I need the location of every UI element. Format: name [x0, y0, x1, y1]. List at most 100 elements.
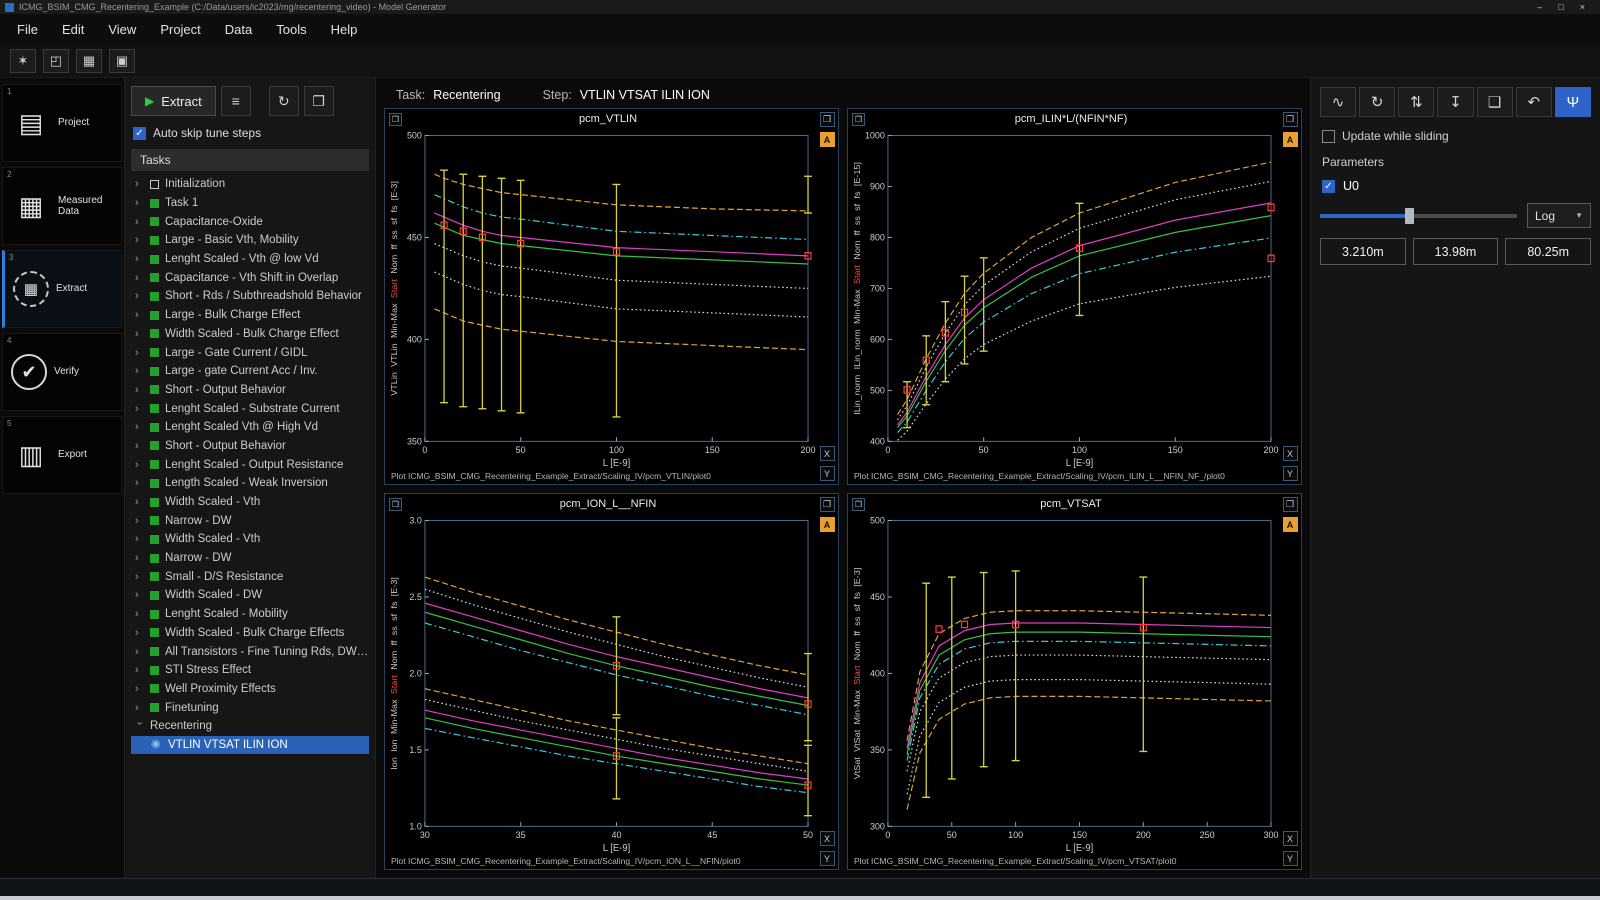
- chevron-right-icon[interactable]: ›: [135, 515, 144, 527]
- task-item[interactable]: ›Capacitance - Vth Shift in Overlap: [131, 268, 369, 287]
- chevron-right-icon[interactable]: ›: [135, 234, 144, 246]
- open-project-button[interactable]: ◰: [43, 49, 69, 73]
- stage-extract[interactable]: 3▦Extract: [2, 250, 122, 328]
- x-axis-button[interactable]: X: [1283, 831, 1298, 846]
- param-current-value[interactable]: 13.98m: [1413, 238, 1499, 265]
- chevron-right-icon[interactable]: ›: [135, 683, 144, 695]
- stage-verify[interactable]: 4✔Verify: [2, 333, 122, 411]
- chevron-right-icon[interactable]: ›: [135, 272, 144, 284]
- param-u0-checkbox[interactable]: ✓: [1322, 180, 1335, 193]
- task-list-button[interactable]: ≡: [221, 86, 251, 116]
- param-min-value[interactable]: 3.210m: [1320, 238, 1406, 265]
- stage-project[interactable]: 1▤Project: [2, 84, 122, 162]
- refresh-button[interactable]: ↻: [269, 86, 299, 116]
- chevron-right-icon[interactable]: ›: [135, 290, 144, 302]
- chevron-right-icon[interactable]: ›: [135, 440, 144, 452]
- duplicate-button[interactable]: ❐: [304, 86, 334, 116]
- task-item[interactable]: ›Lenght Scaled - Substrate Current: [131, 399, 369, 418]
- restore-plot-button[interactable]: ❐: [820, 112, 835, 127]
- menu-help[interactable]: Help: [320, 18, 369, 41]
- slider-handle[interactable]: [1405, 208, 1414, 224]
- task-item[interactable]: ›Task 1: [131, 194, 369, 213]
- task-item[interactable]: ›Width Scaled - DW: [131, 586, 369, 605]
- chevron-right-icon[interactable]: ›: [135, 627, 144, 639]
- task-item[interactable]: ›Recentering: [131, 717, 369, 736]
- task-item[interactable]: ◉VTLIN VTSAT ILIN ION: [131, 736, 369, 755]
- task-item[interactable]: ›Width Scaled - Vth: [131, 530, 369, 549]
- plot-canvas-pcm_ILIN[interactable]: 0501001502004005006007008009001000L [E-9…: [850, 127, 1279, 469]
- auto-skip-checkbox[interactable]: ✓: [133, 127, 146, 140]
- menu-project[interactable]: Project: [149, 18, 211, 41]
- chevron-right-icon[interactable]: ›: [135, 664, 144, 676]
- y-axis-button[interactable]: Y: [820, 851, 835, 866]
- param-slider[interactable]: [1320, 214, 1517, 218]
- chevron-right-icon[interactable]: ›: [135, 403, 144, 415]
- y-axis-button[interactable]: Y: [1283, 466, 1298, 481]
- task-item[interactable]: ›Short - Output Behavior: [131, 381, 369, 400]
- task-item[interactable]: ›Width Scaled - Bulk Charge Effects: [131, 624, 369, 643]
- scale-select[interactable]: Log ▼: [1527, 203, 1591, 228]
- x-axis-button[interactable]: X: [820, 446, 835, 461]
- y-axis-button[interactable]: Y: [1283, 851, 1298, 866]
- task-item[interactable]: ›Finetuning: [131, 698, 369, 717]
- plot-layout-icon[interactable]: ❒: [389, 113, 402, 126]
- undo-button[interactable]: ↶: [1516, 87, 1552, 117]
- task-item[interactable]: ›Short - Rds / Subthreadshold Behavior: [131, 287, 369, 306]
- task-item[interactable]: ›All Transistors - Fine Tuning Rds, DW…: [131, 642, 369, 661]
- copy-page-button[interactable]: ❑: [1477, 87, 1513, 117]
- save-button[interactable]: ▣: [109, 49, 135, 73]
- chevron-right-icon[interactable]: ›: [135, 533, 144, 545]
- new-wizard-button[interactable]: ✶: [10, 49, 36, 73]
- chevron-right-icon[interactable]: ›: [135, 384, 144, 396]
- autoscale-button[interactable]: A: [820, 517, 835, 532]
- task-item[interactable]: ›Lenght Scaled Vth @ High Vd: [131, 418, 369, 437]
- task-item[interactable]: ›Initialization: [131, 175, 369, 194]
- plot-canvas-pcm_VTSAT[interactable]: 050100150200250300300350400450500L [E-9]…: [850, 512, 1279, 854]
- param-max-value[interactable]: 80.25m: [1505, 238, 1591, 265]
- task-item[interactable]: ›Large - Gate Current / GIDL: [131, 343, 369, 362]
- stage-measured-data[interactable]: 2▦Measured Data: [2, 167, 122, 245]
- update-while-sliding-checkbox[interactable]: [1322, 130, 1335, 143]
- restore-plot-button[interactable]: ❐: [1283, 112, 1298, 127]
- task-item[interactable]: ›Large - Basic Vth, Mobility: [131, 231, 369, 250]
- task-item[interactable]: ›STI Stress Effect: [131, 661, 369, 680]
- chevron-right-icon[interactable]: ›: [135, 253, 144, 265]
- plot-canvas-pcm_ION[interactable]: 30354045501.01.52.02.53.0L [E-9]IonIonMi…: [387, 512, 816, 854]
- task-item[interactable]: ›Well Proximity Effects: [131, 680, 369, 699]
- task-item[interactable]: ›Lenght Scaled - Vth @ low Vd: [131, 250, 369, 269]
- task-item[interactable]: ›Large - gate Current Acc / Inv.: [131, 362, 369, 381]
- chevron-right-icon[interactable]: ›: [135, 365, 144, 377]
- menu-view[interactable]: View: [97, 18, 147, 41]
- x-axis-button[interactable]: X: [1283, 446, 1298, 461]
- task-item[interactable]: ›Narrow - DW: [131, 549, 369, 568]
- task-item[interactable]: ›Capacitance-Oxide: [131, 212, 369, 231]
- y-axis-button[interactable]: Y: [820, 466, 835, 481]
- chevron-right-icon[interactable]: ›: [135, 347, 144, 359]
- chevron-right-icon[interactable]: ›: [135, 197, 144, 209]
- extract-run-button[interactable]: ▶ Extract: [131, 86, 216, 116]
- chevron-right-icon[interactable]: ›: [135, 459, 144, 471]
- chevron-right-icon[interactable]: ›: [135, 496, 144, 508]
- menu-data[interactable]: Data: [214, 18, 263, 41]
- task-item[interactable]: ›Short - Output Behavior: [131, 437, 369, 456]
- restore-plot-button[interactable]: ❐: [1283, 497, 1298, 512]
- export-down-button[interactable]: ↧: [1437, 87, 1473, 117]
- chevron-right-icon[interactable]: ›: [135, 702, 144, 714]
- autoscale-button[interactable]: A: [820, 132, 835, 147]
- autoscale-button[interactable]: A: [1283, 132, 1298, 147]
- task-item[interactable]: ›Lenght Scaled - Mobility: [131, 605, 369, 624]
- chevron-right-icon[interactable]: ›: [135, 178, 144, 190]
- chevron-right-icon[interactable]: ›: [135, 646, 144, 658]
- minimize-button[interactable]: –: [1537, 2, 1542, 12]
- waveform-button[interactable]: ∿: [1320, 87, 1356, 117]
- tuning-fork-button[interactable]: Ψ: [1555, 87, 1591, 117]
- chevron-right-icon[interactable]: ›: [135, 216, 144, 228]
- chevron-right-icon[interactable]: ›: [135, 552, 144, 564]
- task-item[interactable]: ›Large - Bulk Charge Effect: [131, 306, 369, 325]
- chevron-right-icon[interactable]: ›: [135, 571, 144, 583]
- restore-plot-button[interactable]: ❐: [820, 497, 835, 512]
- task-item[interactable]: ›Length Scaled - Weak Inversion: [131, 474, 369, 493]
- chevron-right-icon[interactable]: ›: [135, 309, 144, 321]
- task-item[interactable]: ›Lenght Scaled - Output Resistance: [131, 455, 369, 474]
- chevron-right-icon[interactable]: ›: [135, 608, 144, 620]
